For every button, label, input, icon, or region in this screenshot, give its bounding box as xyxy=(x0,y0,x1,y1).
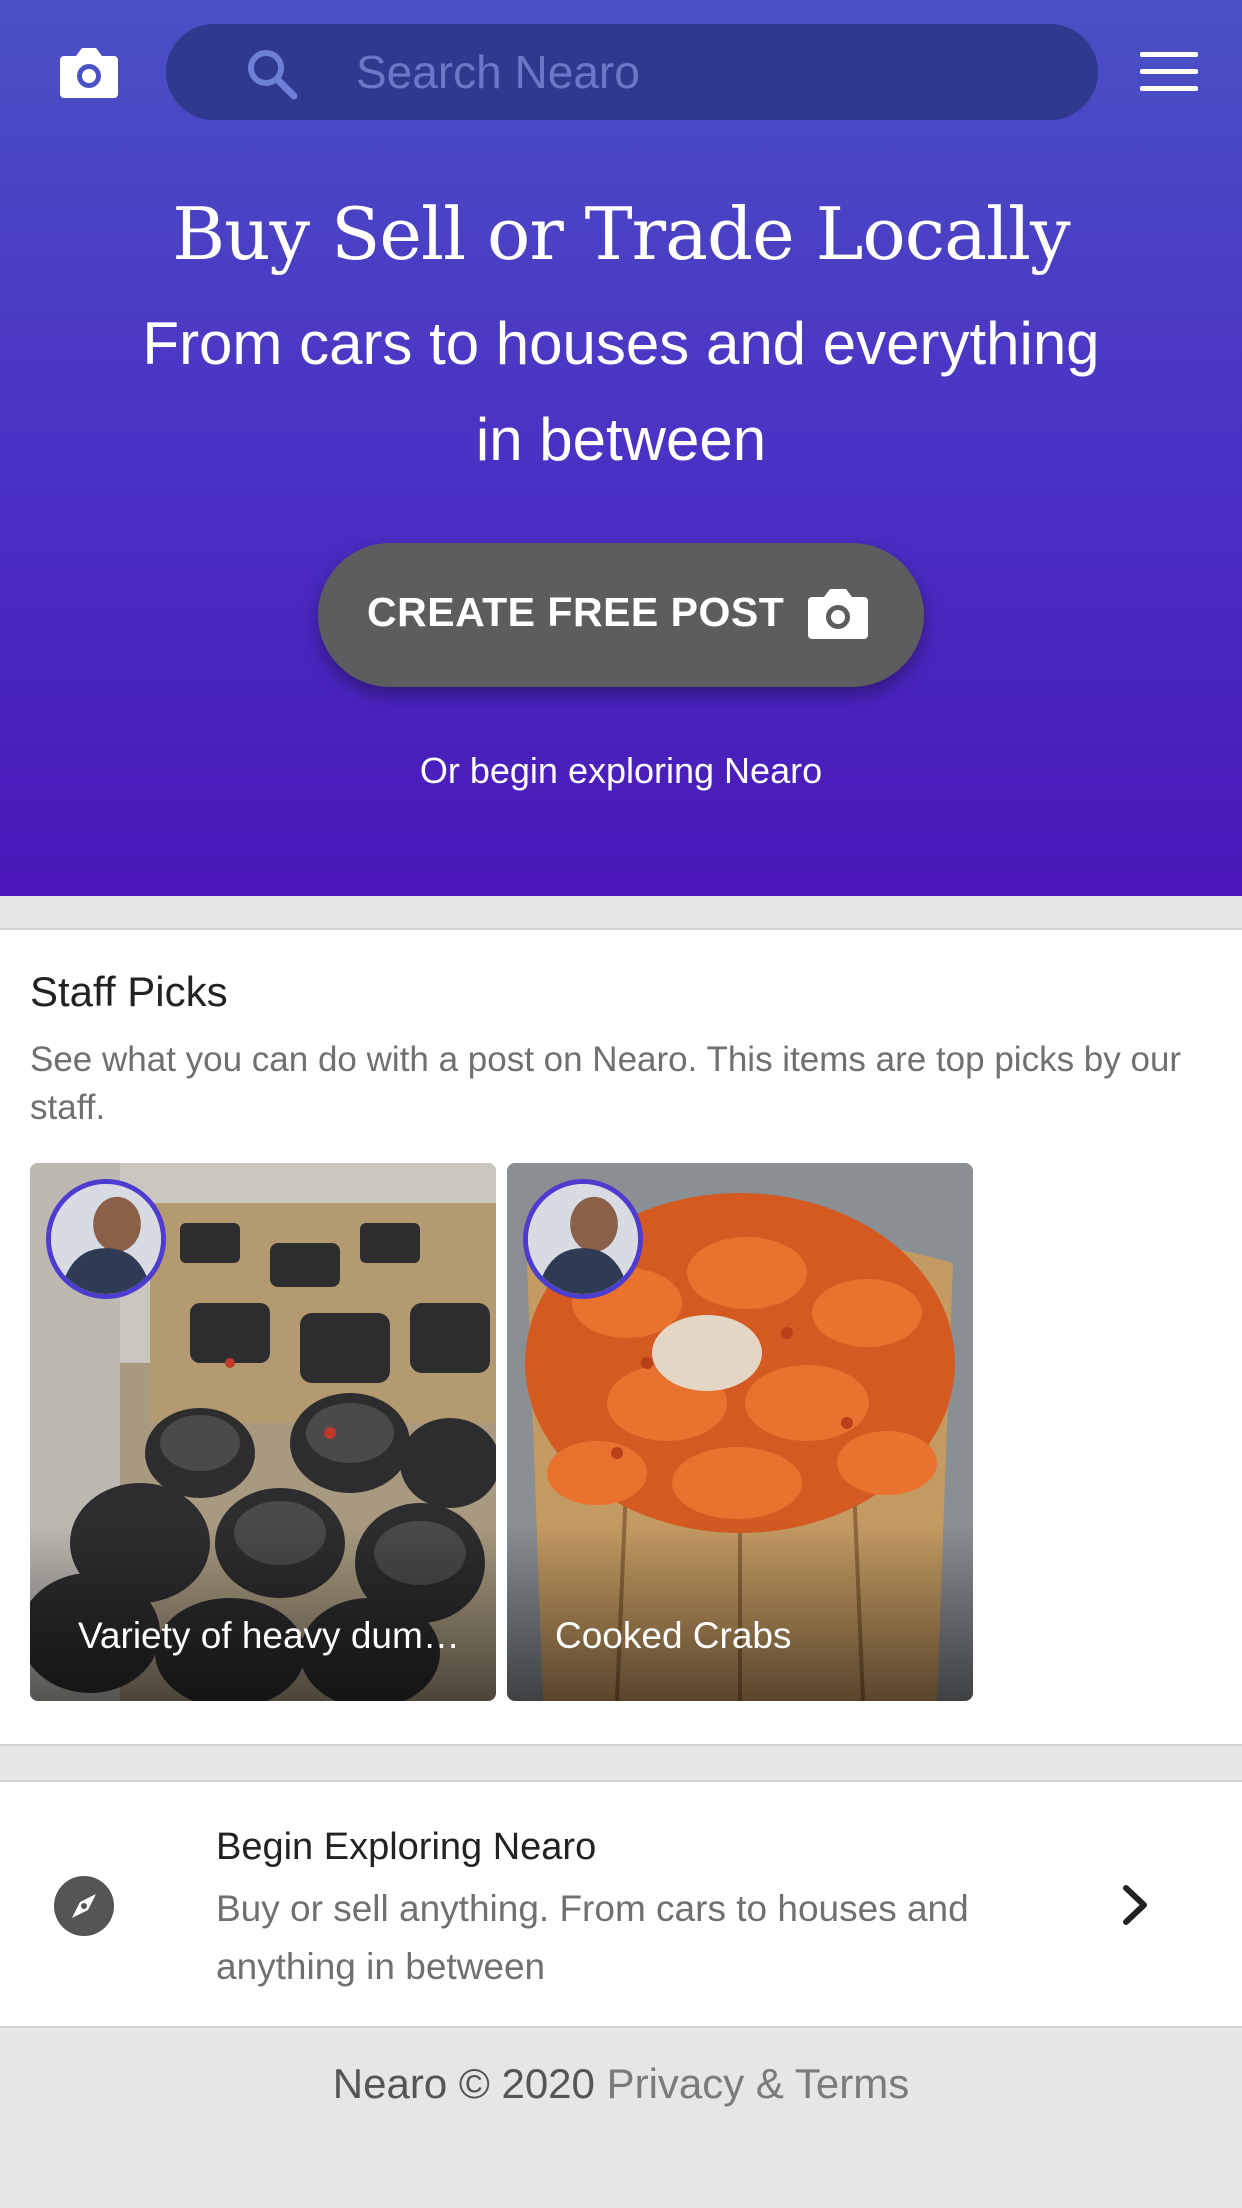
privacy-terms-link[interactable]: Privacy & Terms xyxy=(607,2060,910,2107)
camera-icon[interactable] xyxy=(56,38,122,104)
staff-pick-card[interactable]: Cooked Crabs xyxy=(507,1163,973,1701)
begin-exploring-link[interactable]: Or begin exploring Nearo xyxy=(0,750,1242,792)
copyright-text: Nearo © 2020 xyxy=(332,2060,595,2107)
hamburger-menu-icon[interactable] xyxy=(1140,52,1198,92)
begin-exploring-row[interactable]: Begin Exploring Nearo Buy or sell anythi… xyxy=(0,1780,1242,2028)
avatar[interactable] xyxy=(523,1179,643,1299)
chevron-right-icon xyxy=(1123,1885,1147,1925)
hero-section: Buy Sell or Trade Locally From cars to h… xyxy=(0,0,1242,896)
search-bar[interactable] xyxy=(166,24,1098,120)
create-free-post-label: CREATE FREE POST xyxy=(367,589,785,635)
hero-title: Buy Sell or Trade Locally xyxy=(172,192,1070,276)
footer: Nearo © 2020 Privacy & Terms xyxy=(0,2060,1242,2108)
explore-description: Buy or sell anything. From cars to house… xyxy=(216,1888,969,1987)
card-gradient xyxy=(507,1523,973,1701)
card-gradient xyxy=(30,1523,496,1701)
staff-picks-section: Staff Picks See what you can do with a p… xyxy=(0,928,1242,1746)
search-icon xyxy=(248,50,298,100)
explore-title: Begin Exploring Nearo xyxy=(216,1826,597,1868)
camera-icon xyxy=(808,589,868,639)
top-bar xyxy=(0,0,1242,140)
hero-subtitle: From cars to houses and everything in be… xyxy=(142,310,1100,473)
search-input[interactable] xyxy=(356,38,1056,106)
section-title: Staff Picks xyxy=(30,968,228,1015)
avatar[interactable] xyxy=(46,1179,166,1299)
compass-icon xyxy=(54,1876,114,1936)
card-title: Cooked Crabs xyxy=(555,1615,792,1656)
create-free-post-button[interactable]: CREATE FREE POST xyxy=(318,543,924,687)
card-title: Variety of heavy dumbbells xyxy=(78,1615,478,1656)
section-description: See what you can do with a post on Nearo… xyxy=(30,1040,1182,1127)
staff-pick-card[interactable]: Variety of heavy dumbbells xyxy=(30,1163,496,1701)
